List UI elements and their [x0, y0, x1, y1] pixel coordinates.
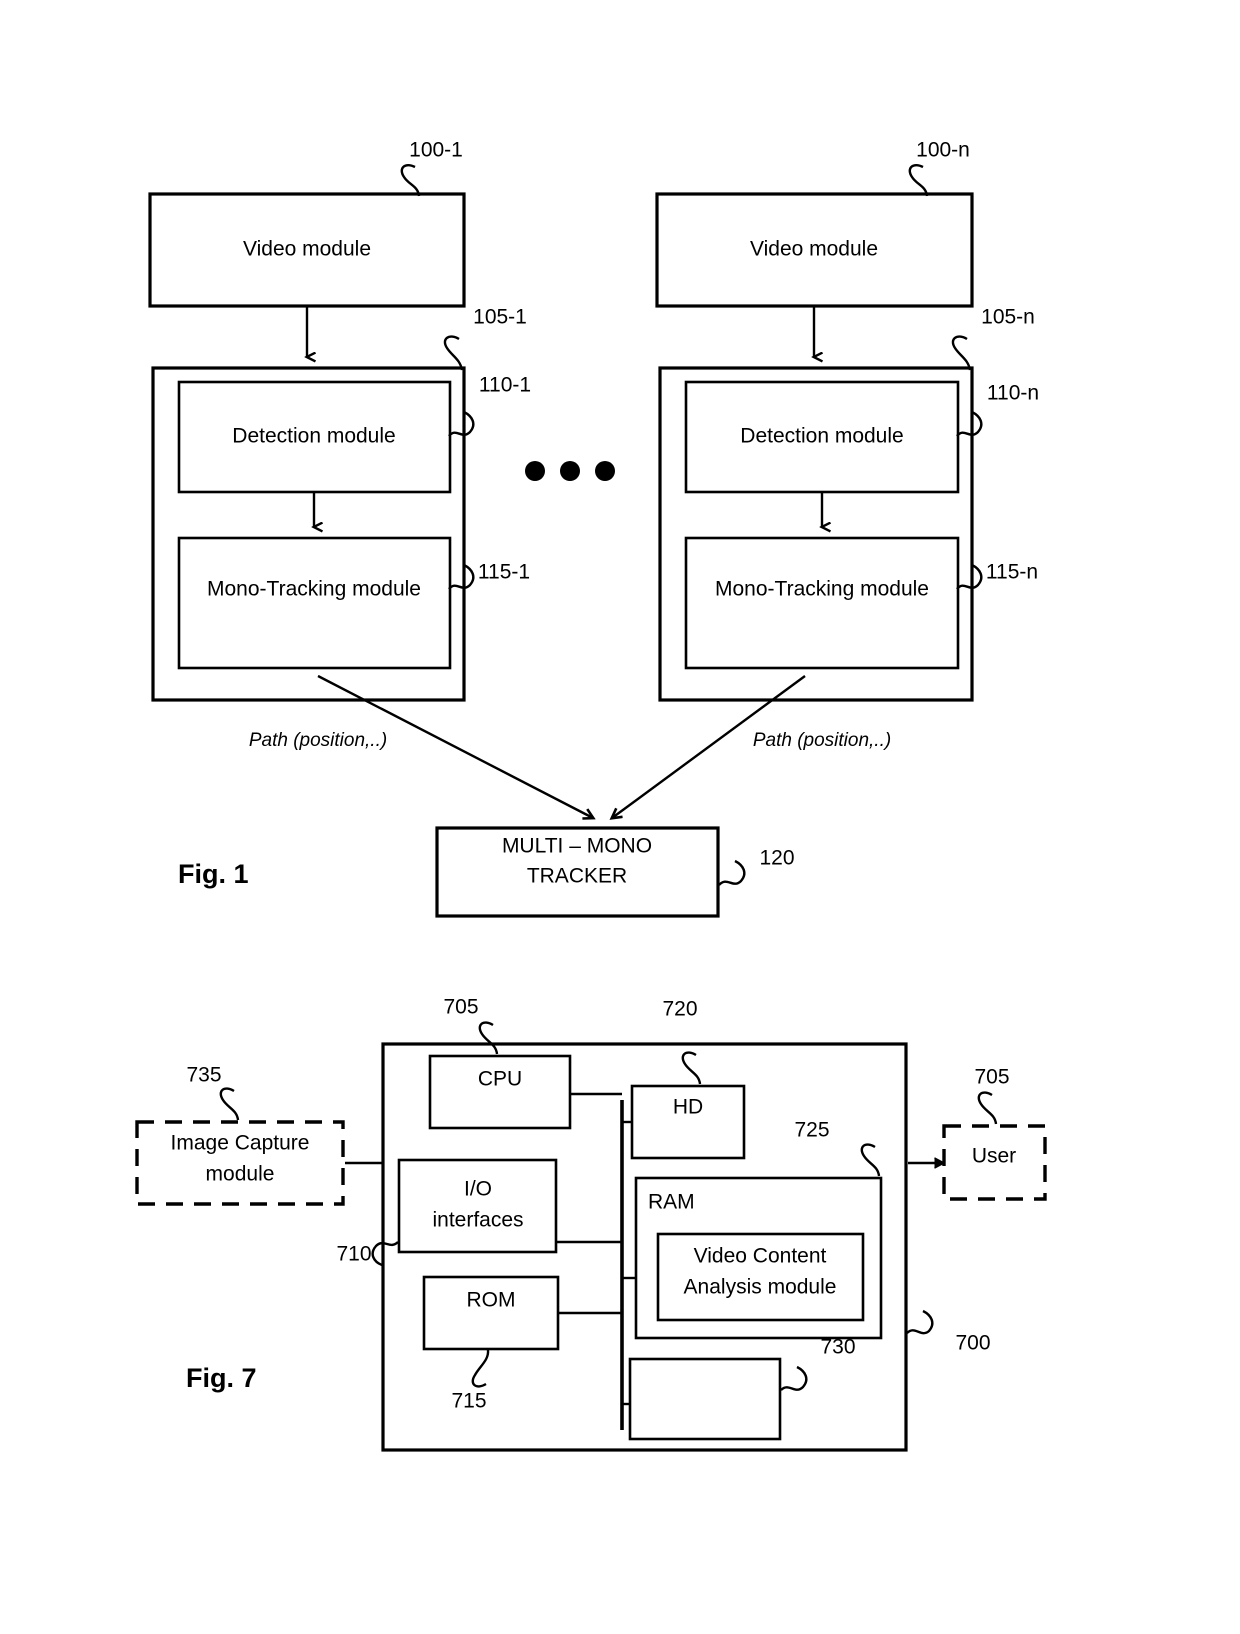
user-label: User	[972, 1145, 1016, 1168]
ref-730: 730	[820, 1336, 855, 1359]
ref-720: 720	[662, 998, 697, 1021]
ref-705-user: 705	[974, 1066, 1009, 1089]
ellipsis-dot-3	[595, 461, 615, 481]
detection-module-label-right: Detection module	[740, 425, 903, 448]
path-label-left: Path (position,..)	[249, 730, 387, 751]
video-module-label-right: Video module	[750, 238, 878, 261]
ref-710: 710	[336, 1243, 371, 1266]
ref-705-cpu: 705	[443, 996, 478, 1019]
rom-label: ROM	[467, 1289, 516, 1312]
multi-mono-tracker-label-line1: MULTI – MONO	[502, 835, 652, 858]
mono-tracking-module-label-left: Mono-Tracking module	[207, 578, 421, 601]
ref-115-n: 115-n	[986, 561, 1038, 584]
detection-module-label-left: Detection module	[232, 425, 395, 448]
ref-110-1: 110-1	[479, 374, 531, 397]
ref-725: 725	[794, 1119, 829, 1142]
ref-120: 120	[759, 847, 794, 870]
ram-label: RAM	[648, 1191, 695, 1214]
vca-label-line1: Video Content	[694, 1245, 827, 1268]
mono-tracking-module-box-left	[177, 536, 452, 670]
cpu-label: CPU	[478, 1068, 522, 1091]
fig1-caption: Fig. 1	[178, 859, 249, 889]
ref-105-1: 105-1	[473, 306, 527, 329]
ref-105-n: 105-n	[981, 306, 1035, 329]
ellipsis-dot-2	[560, 461, 580, 481]
ref-715: 715	[451, 1390, 486, 1413]
io-interfaces-label-line2: interfaces	[432, 1209, 523, 1232]
video-module-label-left: Video module	[243, 238, 371, 261]
image-capture-module-label-line2: module	[206, 1163, 275, 1186]
ref-700: 700	[955, 1332, 990, 1355]
fig1-ellipsis	[525, 461, 615, 481]
path-label-right: Path (position,..)	[753, 730, 891, 751]
ellipsis-dot-1	[525, 461, 545, 481]
ref-100-1: 100-1	[409, 139, 463, 162]
ref-110-n: 110-n	[987, 382, 1039, 405]
hd-label: HD	[673, 1096, 703, 1119]
vca-label-line2: Analysis module	[684, 1276, 837, 1299]
ref-115-1: 115-1	[478, 561, 530, 584]
image-capture-module-label-line1: Image Capture	[171, 1132, 310, 1155]
peripheral-block-box	[628, 1357, 782, 1441]
io-interfaces-box	[397, 1158, 558, 1254]
patent-figure-sheet: Fig. 1 Video module 100-1 105-1 Detectio…	[0, 0, 1240, 1634]
fig7-caption: Fig. 7	[186, 1363, 257, 1393]
ref-735: 735	[186, 1064, 221, 1087]
multi-mono-tracker-label-line2: TRACKER	[527, 865, 627, 888]
io-interfaces-label-line1: I/O	[464, 1178, 492, 1201]
mono-tracking-module-label-right: Mono-Tracking module	[715, 578, 929, 601]
ref-100-n: 100-n	[916, 139, 970, 162]
mono-tracking-module-box-right	[684, 536, 960, 670]
